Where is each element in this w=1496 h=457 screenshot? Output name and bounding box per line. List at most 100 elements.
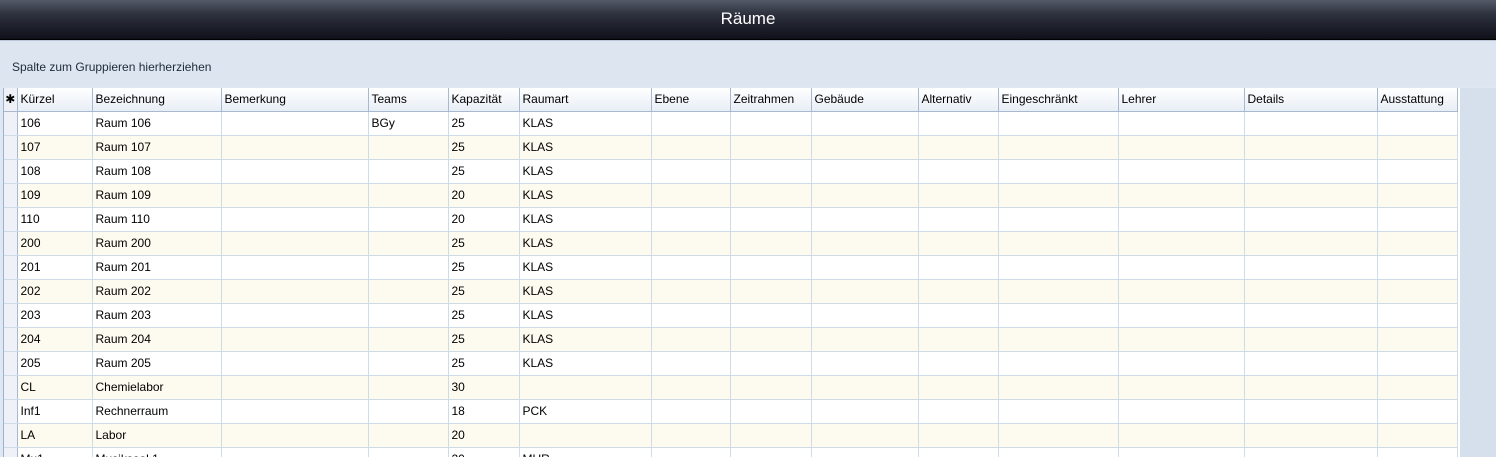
column-header-kapazitaet[interactable]: Kapazität [448,88,520,112]
cell-eingeschraenkt[interactable] [998,207,1119,232]
cell-teams[interactable] [368,351,449,376]
cell-kapazitaet[interactable]: 25 [448,111,520,136]
cell-eingeschraenkt[interactable] [998,447,1119,457]
cell-bezeichnung[interactable]: Raum 203 [92,303,222,328]
row-selector[interactable] [4,231,18,256]
cell-ausstattung[interactable] [1377,231,1458,256]
column-header-zeitrahmen[interactable]: Zeitrahmen [730,88,812,112]
table-row[interactable]: 202 Raum 202 25 KLAS [4,279,1458,304]
cell-alternativ[interactable] [918,303,999,328]
cell-bezeichnung[interactable]: Raum 204 [92,327,222,352]
cell-bezeichnung[interactable]: Rechnerraum [92,399,222,424]
cell-raumart[interactable]: KLAS [519,303,652,328]
cell-lehrer[interactable] [1118,231,1245,256]
cell-zeitrahmen[interactable] [730,183,812,208]
column-header-raumart[interactable]: Raumart [519,88,652,112]
column-header-ausstattung[interactable]: Ausstattung [1377,88,1458,112]
cell-eingeschraenkt[interactable] [998,111,1119,136]
column-header-gebaeude[interactable]: Gebäude [811,88,919,112]
group-by-panel[interactable]: Spalte zum Gruppieren hierherziehen [0,40,1496,87]
cell-kapazitaet[interactable]: 20 [448,447,520,457]
cell-alternativ[interactable] [918,327,999,352]
cell-lehrer[interactable] [1118,327,1245,352]
cell-zeitrahmen[interactable] [730,159,812,184]
table-row[interactable]: 203 Raum 203 25 KLAS [4,303,1458,328]
cell-raumart[interactable]: KLAS [519,327,652,352]
cell-kapazitaet[interactable]: 20 [448,207,520,232]
cell-zeitrahmen[interactable] [730,375,812,400]
cell-teams[interactable] [368,327,449,352]
cell-details[interactable] [1244,231,1378,256]
table-row[interactable]: 201 Raum 201 25 KLAS [4,255,1458,280]
cell-bemerkung[interactable] [221,255,369,280]
cell-alternativ[interactable] [918,279,999,304]
cell-ausstattung[interactable] [1377,279,1458,304]
column-header-bezeichnung[interactable]: Bezeichnung [92,88,222,112]
cell-teams[interactable] [368,207,449,232]
cell-bezeichnung[interactable]: Labor [92,423,222,448]
row-selector[interactable] [4,183,18,208]
cell-ebene[interactable] [651,159,731,184]
cell-ausstattung[interactable] [1377,135,1458,160]
cell-kapazitaet[interactable]: 25 [448,351,520,376]
cell-teams[interactable] [368,279,449,304]
cell-raumart[interactable]: KLAS [519,207,652,232]
cell-gebaeude[interactable] [811,423,919,448]
cell-teams[interactable] [368,159,449,184]
cell-details[interactable] [1244,135,1378,160]
cell-kuerzel[interactable]: 109 [17,183,93,208]
cell-raumart[interactable] [519,423,652,448]
cell-gebaeude[interactable] [811,159,919,184]
cell-bemerkung[interactable] [221,135,369,160]
cell-ebene[interactable] [651,447,731,457]
cell-kapazitaet[interactable]: 30 [448,375,520,400]
cell-bezeichnung[interactable]: Raum 108 [92,159,222,184]
cell-bezeichnung[interactable]: Raum 205 [92,351,222,376]
cell-kapazitaet[interactable]: 18 [448,399,520,424]
cell-kuerzel[interactable]: 202 [17,279,93,304]
rooms-grid[interactable]: ✱ Kürzel Bezeichnung Bemerkung Teams Kapazit… [3,88,1460,457]
cell-ebene[interactable] [651,351,731,376]
row-selector[interactable] [4,327,18,352]
cell-lehrer[interactable] [1118,279,1245,304]
table-row[interactable]: CL Chemielabor 30 [4,375,1458,400]
row-selector[interactable] [4,375,18,400]
cell-bemerkung[interactable] [221,327,369,352]
cell-zeitrahmen[interactable] [730,111,812,136]
cell-eingeschraenkt[interactable] [998,159,1119,184]
table-row[interactable]: 108 Raum 108 25 KLAS [4,159,1458,184]
cell-ebene[interactable] [651,231,731,256]
cell-alternativ[interactable] [918,183,999,208]
cell-details[interactable] [1244,111,1378,136]
cell-ebene[interactable] [651,135,731,160]
cell-alternativ[interactable] [918,231,999,256]
cell-raumart[interactable]: KLAS [519,159,652,184]
row-selector[interactable] [4,423,18,448]
cell-zeitrahmen[interactable] [730,207,812,232]
cell-kuerzel[interactable]: 203 [17,303,93,328]
cell-bezeichnung[interactable]: Raum 109 [92,183,222,208]
cell-alternativ[interactable] [918,351,999,376]
cell-details[interactable] [1244,159,1378,184]
cell-bezeichnung[interactable]: Raum 201 [92,255,222,280]
cell-lehrer[interactable] [1118,423,1245,448]
row-selector[interactable] [4,111,18,136]
cell-ebene[interactable] [651,327,731,352]
cell-zeitrahmen[interactable] [730,423,812,448]
row-selector[interactable] [4,303,18,328]
row-selector[interactable] [4,351,18,376]
cell-details[interactable] [1244,207,1378,232]
cell-bemerkung[interactable] [221,279,369,304]
cell-kapazitaet[interactable]: 25 [448,327,520,352]
cell-ausstattung[interactable] [1377,255,1458,280]
cell-ausstattung[interactable] [1377,327,1458,352]
cell-teams[interactable] [368,423,449,448]
cell-lehrer[interactable] [1118,375,1245,400]
cell-raumart[interactable]: KLAS [519,279,652,304]
cell-details[interactable] [1244,399,1378,424]
cell-eingeschraenkt[interactable] [998,279,1119,304]
table-row[interactable]: Inf1 Rechnerraum 18 PCK [4,399,1458,424]
cell-bezeichnung[interactable]: Chemielabor [92,375,222,400]
cell-gebaeude[interactable] [811,279,919,304]
cell-ausstattung[interactable] [1377,423,1458,448]
